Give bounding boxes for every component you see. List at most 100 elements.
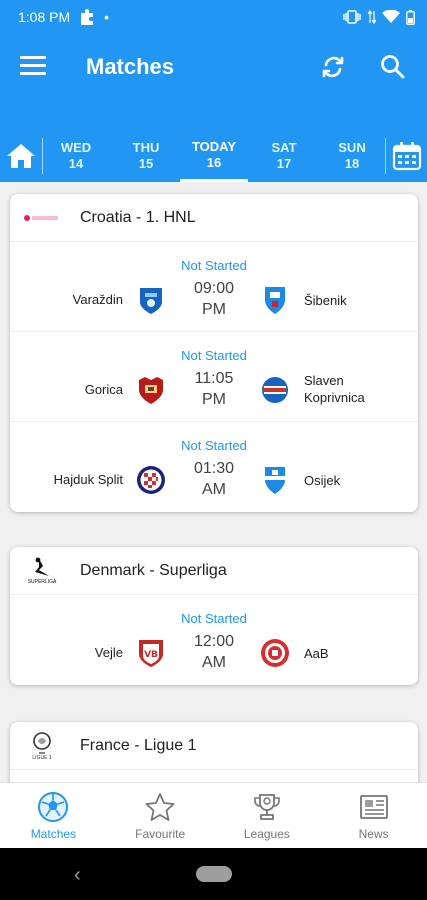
kickoff-time: 12:00 bbox=[193, 633, 235, 650]
ligue1-logo-text: LIGUE 1 bbox=[32, 754, 52, 761]
away-team-name: AaB bbox=[304, 646, 329, 661]
home-pill-button[interactable] bbox=[196, 866, 232, 882]
refresh-button[interactable] bbox=[318, 52, 348, 82]
league-card-france: LIGUE 1 France - Ligue 1 bbox=[10, 722, 418, 782]
home-icon bbox=[7, 144, 35, 168]
sibenik-crest-icon bbox=[260, 284, 290, 316]
nav-leagues[interactable]: Leagues bbox=[214, 783, 321, 848]
tab-date-label: 18 bbox=[344, 156, 360, 171]
back-icon[interactable]: ‹ bbox=[74, 864, 81, 887]
league-header[interactable]: Croatia - 1. HNL bbox=[10, 194, 418, 242]
system-navigation-bar: ‹ bbox=[0, 848, 427, 900]
away-team-name-line: Koprivnica bbox=[304, 390, 365, 405]
match-time: 01:30 AM bbox=[164, 458, 264, 500]
league-name: Denmark - Superliga bbox=[80, 561, 227, 579]
match-time: 11:05 PM bbox=[164, 368, 264, 410]
battery-icon bbox=[406, 9, 415, 25]
league-header[interactable]: SUPERLIGA Denmark - Superliga bbox=[10, 547, 418, 595]
nav-news[interactable]: News bbox=[320, 783, 427, 848]
kickoff-time: 01:30 bbox=[193, 460, 235, 477]
wifi-icon bbox=[382, 10, 400, 23]
bottom-navigation: Matches Favourite Leagues News bbox=[0, 782, 427, 848]
tab-date-label: 16 bbox=[206, 154, 222, 170]
away-team-name: Osijek bbox=[304, 473, 341, 488]
tab-sun[interactable]: SUN 18 bbox=[324, 130, 380, 182]
status-time: 1:08 PM bbox=[18, 9, 71, 25]
soccer-ball-icon bbox=[37, 791, 69, 823]
calendar-icon bbox=[392, 142, 422, 171]
match-row[interactable]: Not Started Varaždin 09:00 PM Šibenik bbox=[10, 242, 418, 332]
match-row[interactable]: Not Started Vejle VB 12:00 AM AaB bbox=[10, 595, 418, 685]
tab-day-label: SUN bbox=[338, 140, 366, 155]
date-tab-bar: WED 14 THU 15 TODAY 16 SAT 17 SUN 18 bbox=[0, 130, 427, 182]
match-time: 12:00 AM bbox=[164, 631, 264, 673]
home-team-name: Gorica bbox=[84, 382, 123, 397]
refresh-icon bbox=[322, 56, 344, 78]
nav-label: News bbox=[358, 826, 389, 841]
divider bbox=[385, 138, 386, 174]
away-team-name: Šibenik bbox=[304, 293, 347, 308]
superliga-logo: SUPERLIGA bbox=[22, 553, 62, 589]
home-team-name: Vejle bbox=[94, 645, 123, 660]
varazdin-crest-icon bbox=[136, 284, 166, 316]
menu-icon[interactable] bbox=[20, 56, 46, 78]
league-header[interactable]: LIGUE 1 France - Ligue 1 bbox=[10, 722, 418, 770]
nav-label: Matches bbox=[30, 826, 77, 841]
league-name: France - Ligue 1 bbox=[80, 736, 197, 754]
page-title: Matches bbox=[86, 54, 175, 79]
kickoff-time: 11:05 bbox=[194, 370, 234, 387]
vibrate-icon bbox=[343, 10, 361, 24]
kickoff-ampm: PM bbox=[202, 301, 226, 318]
puzzle-icon bbox=[81, 9, 94, 25]
tab-date-label: 14 bbox=[68, 156, 84, 171]
data-arrows-icon bbox=[368, 10, 376, 24]
vejle-crest-icon: VB bbox=[136, 637, 166, 669]
nav-matches[interactable]: Matches bbox=[0, 783, 107, 848]
hnl-logo bbox=[22, 200, 62, 236]
tab-thu[interactable]: THU 15 bbox=[118, 130, 174, 182]
away-team-name: Slaven Koprivnica bbox=[304, 372, 365, 406]
match-row[interactable]: Not Started Gorica 11:05 PM Slaven Kopri… bbox=[10, 332, 418, 422]
tab-date-label: 15 bbox=[138, 156, 154, 171]
match-status: Not Started bbox=[181, 611, 247, 626]
superliga-logo-text: SUPERLIGA bbox=[27, 578, 57, 585]
matches-list[interactable]: Croatia - 1. HNL Not Started Varaždin 09… bbox=[0, 182, 427, 782]
league-card-croatia: Croatia - 1. HNL Not Started Varaždin 09… bbox=[10, 194, 418, 512]
home-team-name: Hajduk Split bbox=[53, 472, 123, 487]
gorica-crest-icon bbox=[136, 374, 166, 406]
home-team-name: Varaždin bbox=[72, 292, 123, 307]
vejle-crest-text: VB bbox=[144, 650, 158, 660]
divider bbox=[42, 138, 43, 174]
nav-label: Leagues bbox=[243, 826, 290, 841]
search-icon bbox=[381, 55, 405, 79]
hajduk-crest-icon bbox=[136, 464, 166, 496]
tab-day-label: THU bbox=[132, 140, 160, 155]
nav-label: Favourite bbox=[135, 826, 186, 841]
match-status: Not Started bbox=[181, 348, 247, 363]
app-bar: Matches bbox=[0, 34, 427, 130]
home-button[interactable] bbox=[4, 136, 38, 176]
trophy-icon bbox=[251, 791, 283, 823]
tab-wed[interactable]: WED 14 bbox=[48, 130, 104, 182]
status-bar: 1:08 PM • bbox=[0, 0, 427, 34]
tab-today[interactable]: TODAY 16 bbox=[180, 130, 248, 182]
newspaper-icon bbox=[358, 791, 390, 823]
aab-crest-icon bbox=[260, 637, 290, 669]
tab-sat[interactable]: SAT 17 bbox=[256, 130, 312, 182]
league-name: Croatia - 1. HNL bbox=[80, 208, 196, 226]
osijek-crest-icon bbox=[260, 464, 290, 496]
nav-favourite[interactable]: Favourite bbox=[107, 783, 214, 848]
kickoff-ampm: AM bbox=[202, 481, 226, 498]
search-button[interactable] bbox=[378, 52, 408, 82]
tab-day-label: WED bbox=[60, 140, 92, 155]
league-card-denmark: SUPERLIGA Denmark - Superliga Not Starte… bbox=[10, 547, 418, 685]
tab-day-label: TODAY bbox=[191, 138, 237, 154]
notification-dot: • bbox=[104, 9, 110, 25]
tab-day-label: SAT bbox=[271, 140, 297, 155]
match-row[interactable]: Not Started Hajduk Split 01:30 AM Osijek bbox=[10, 422, 418, 512]
calendar-button[interactable] bbox=[391, 138, 423, 174]
slaven-koprivnica-crest-icon bbox=[260, 374, 290, 406]
match-time: 09:00 PM bbox=[164, 278, 264, 320]
match-status: Not Started bbox=[181, 438, 247, 453]
star-icon bbox=[144, 791, 176, 823]
